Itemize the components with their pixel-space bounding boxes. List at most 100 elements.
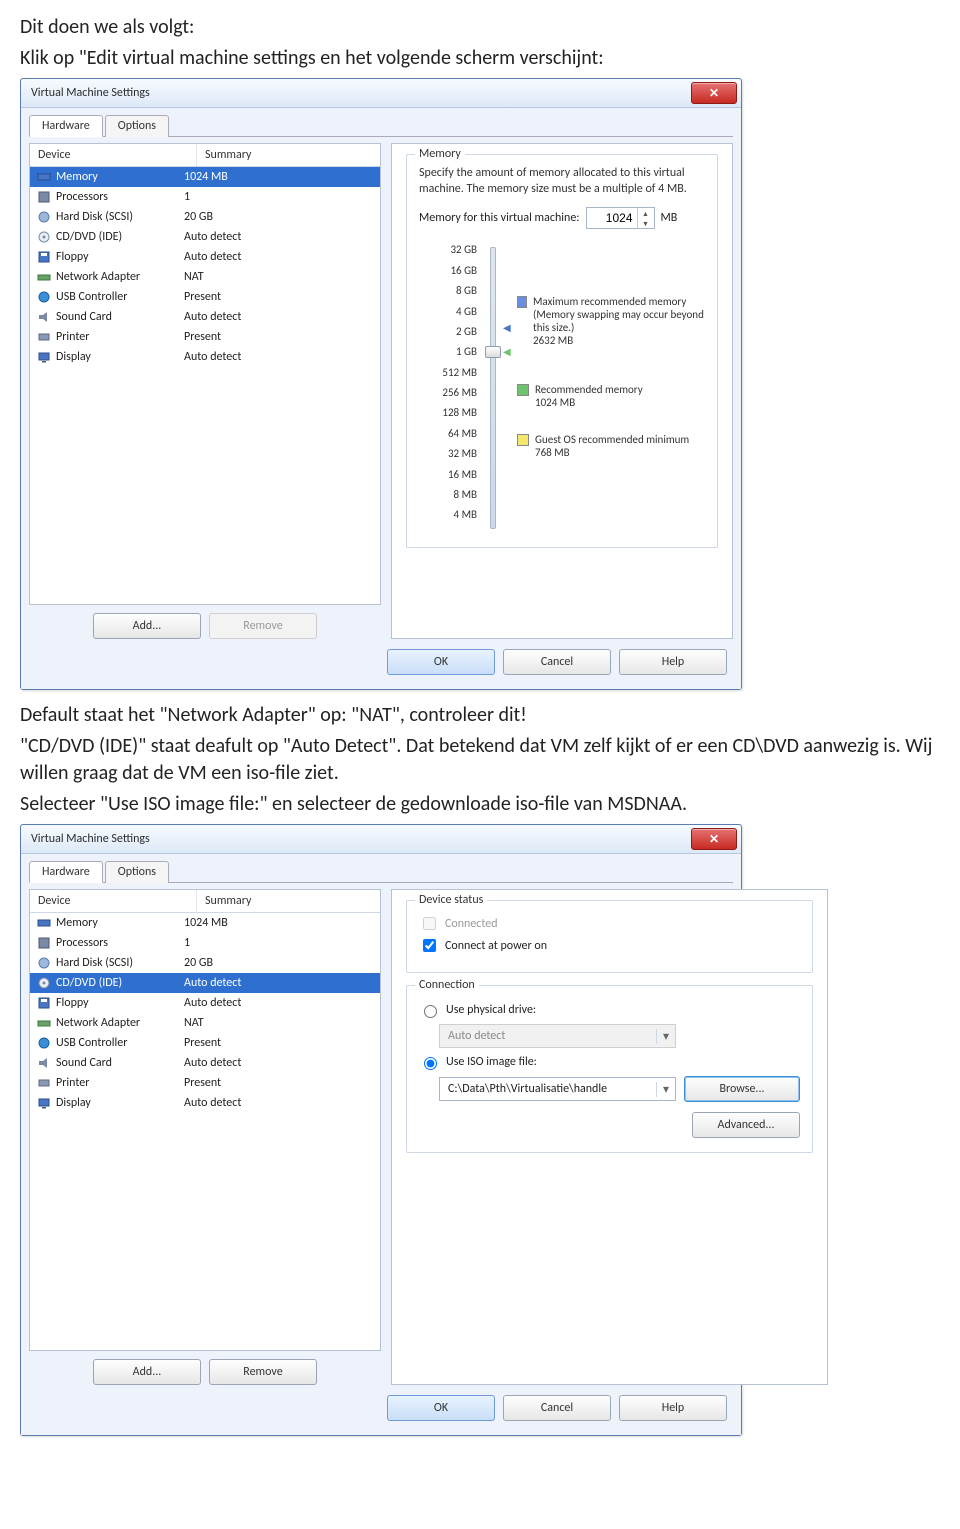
table-row[interactable]: Network Adapter NAT bbox=[30, 267, 380, 287]
add-button[interactable]: Add... bbox=[93, 1359, 201, 1385]
physical-drive-combo: Auto detect ▾ bbox=[439, 1024, 676, 1048]
printer-icon bbox=[36, 329, 52, 345]
cpu-icon bbox=[36, 189, 52, 205]
memory-label: Memory for this virtual machine: bbox=[419, 211, 580, 225]
legend-min-val: 768 MB bbox=[535, 446, 689, 459]
ok-button[interactable]: OK bbox=[387, 649, 495, 675]
chevron-down-icon: ▾ bbox=[656, 1029, 675, 1044]
use-iso-radio[interactable]: Use ISO image file: bbox=[419, 1054, 800, 1070]
help-button[interactable]: Help bbox=[619, 649, 727, 675]
titlebar[interactable]: Virtual Machine Settings ✕ bbox=[21, 825, 741, 854]
close-icon: ✕ bbox=[709, 832, 719, 847]
table-row[interactable]: Hard Disk (SCSI) 20 GB bbox=[30, 207, 380, 227]
legend-rec: Recommended memory bbox=[535, 383, 643, 396]
spin-arrows[interactable]: ▲▼ bbox=[637, 208, 654, 228]
table-row[interactable]: CD/DVD (IDE)Auto detect bbox=[30, 973, 380, 993]
table-row[interactable]: Network AdapterNAT bbox=[30, 1013, 380, 1033]
col-device[interactable]: Device bbox=[30, 890, 197, 912]
device-status-title: Device status bbox=[415, 893, 487, 907]
cd-icon bbox=[36, 975, 52, 991]
help-button[interactable]: Help bbox=[619, 1395, 727, 1421]
memory-group-title: Memory bbox=[415, 147, 465, 161]
col-summary[interactable]: Summary bbox=[197, 144, 380, 166]
col-device[interactable]: Device bbox=[30, 144, 197, 166]
usb-icon bbox=[36, 289, 52, 305]
square-icon bbox=[517, 384, 529, 396]
connection-title: Connection bbox=[415, 978, 479, 992]
doc-p2: Klik op "Edit virtual machine settings e… bbox=[20, 45, 960, 72]
advanced-button[interactable]: Advanced... bbox=[692, 1112, 800, 1138]
memory-input[interactable] bbox=[587, 209, 637, 227]
chevron-down-icon[interactable]: ▾ bbox=[656, 1082, 675, 1097]
memory-slider[interactable]: ◀ ◀ bbox=[483, 243, 501, 533]
memory-icon bbox=[36, 915, 52, 931]
table-row[interactable]: Printer Present bbox=[30, 327, 380, 347]
table-row[interactable]: Memory 1024 MB bbox=[30, 167, 380, 187]
sound-icon bbox=[36, 309, 52, 325]
table-row[interactable]: DisplayAuto detect bbox=[30, 1093, 380, 1113]
tab-options[interactable]: Options bbox=[105, 115, 169, 137]
legend-rec-val: 1024 MB bbox=[535, 396, 643, 409]
cd-icon bbox=[36, 229, 52, 245]
connect-power-input[interactable] bbox=[423, 939, 436, 952]
connected-input bbox=[423, 917, 436, 930]
tab-hardware[interactable]: Hardware bbox=[29, 115, 103, 137]
doc-p3: Default staat het "Network Adapter" op: … bbox=[20, 702, 960, 729]
use-iso-input[interactable] bbox=[424, 1057, 437, 1070]
display-icon bbox=[36, 1095, 52, 1111]
cancel-button[interactable]: Cancel bbox=[503, 1395, 611, 1421]
close-button[interactable]: ✕ bbox=[691, 82, 737, 104]
table-row[interactable]: Processors1 bbox=[30, 933, 380, 953]
disk-icon bbox=[36, 209, 52, 225]
vm-settings-dialog-cdrom: Virtual Machine Settings ✕ Hardware Opti… bbox=[20, 824, 742, 1436]
device-table: Device Summary Memory 1024 MB Processors… bbox=[29, 143, 381, 605]
ok-button[interactable]: OK bbox=[387, 1395, 495, 1421]
browse-button[interactable]: Browse... bbox=[684, 1076, 800, 1102]
square-icon bbox=[517, 296, 527, 308]
table-row[interactable]: CD/DVD (IDE) Auto detect bbox=[30, 227, 380, 247]
floppy-icon bbox=[36, 995, 52, 1011]
legend-min: Guest OS recommended minimum bbox=[535, 433, 689, 446]
connect-power-checkbox[interactable]: Connect at power on bbox=[419, 936, 800, 955]
network-icon bbox=[36, 269, 52, 285]
dialog-title: Virtual Machine Settings bbox=[31, 832, 150, 846]
tabs: Hardware Options bbox=[29, 114, 733, 137]
table-row[interactable]: Sound CardAuto detect bbox=[30, 1053, 380, 1073]
table-row[interactable]: Hard Disk (SCSI)20 GB bbox=[30, 953, 380, 973]
memory-spin[interactable]: ▲▼ bbox=[586, 207, 655, 229]
table-row[interactable]: FloppyAuto detect bbox=[30, 993, 380, 1013]
table-row[interactable]: Floppy Auto detect bbox=[30, 247, 380, 267]
connected-checkbox: Connected bbox=[419, 914, 800, 933]
titlebar[interactable]: Virtual Machine Settings ✕ bbox=[21, 79, 741, 108]
slider-thumb[interactable] bbox=[485, 346, 501, 358]
doc-p1: Dit doen we als volgt: bbox=[20, 14, 960, 41]
tab-options[interactable]: Options bbox=[105, 861, 169, 883]
col-summary[interactable]: Summary bbox=[197, 890, 380, 912]
iso-path-combo[interactable]: C:\Data\Pth\Virtualisatie\handle ▾ bbox=[439, 1077, 676, 1101]
cpu-icon bbox=[36, 935, 52, 951]
dialog-title: Virtual Machine Settings bbox=[31, 86, 150, 100]
printer-icon bbox=[36, 1075, 52, 1091]
doc-p5: Selecteer "Use ISO image file:" en selec… bbox=[20, 791, 960, 818]
table-row[interactable]: Display Auto detect bbox=[30, 347, 380, 367]
add-button[interactable]: Add... bbox=[93, 613, 201, 639]
use-physical-radio[interactable]: Use physical drive: bbox=[419, 1002, 800, 1018]
table-row[interactable]: Sound Card Auto detect bbox=[30, 307, 380, 327]
table-row[interactable]: USB ControllerPresent bbox=[30, 1033, 380, 1053]
legend-max: Maximum recommended memory bbox=[533, 295, 705, 308]
use-physical-input[interactable] bbox=[424, 1005, 437, 1018]
tab-hardware[interactable]: Hardware bbox=[29, 861, 103, 883]
display-icon bbox=[36, 349, 52, 365]
close-button[interactable]: ✕ bbox=[691, 828, 737, 850]
legend-max-val: 2632 MB bbox=[533, 334, 705, 347]
memory-unit: MB bbox=[661, 211, 678, 225]
table-row[interactable]: USB Controller Present bbox=[30, 287, 380, 307]
table-row[interactable]: Processors 1 bbox=[30, 187, 380, 207]
sound-icon bbox=[36, 1055, 52, 1071]
floppy-icon bbox=[36, 249, 52, 265]
table-row[interactable]: Memory1024 MB bbox=[30, 913, 380, 933]
cancel-button[interactable]: Cancel bbox=[503, 649, 611, 675]
table-row[interactable]: PrinterPresent bbox=[30, 1073, 380, 1093]
memory-desc: Specify the amount of memory allocated t… bbox=[419, 165, 705, 197]
remove-button[interactable]: Remove bbox=[209, 1359, 317, 1385]
